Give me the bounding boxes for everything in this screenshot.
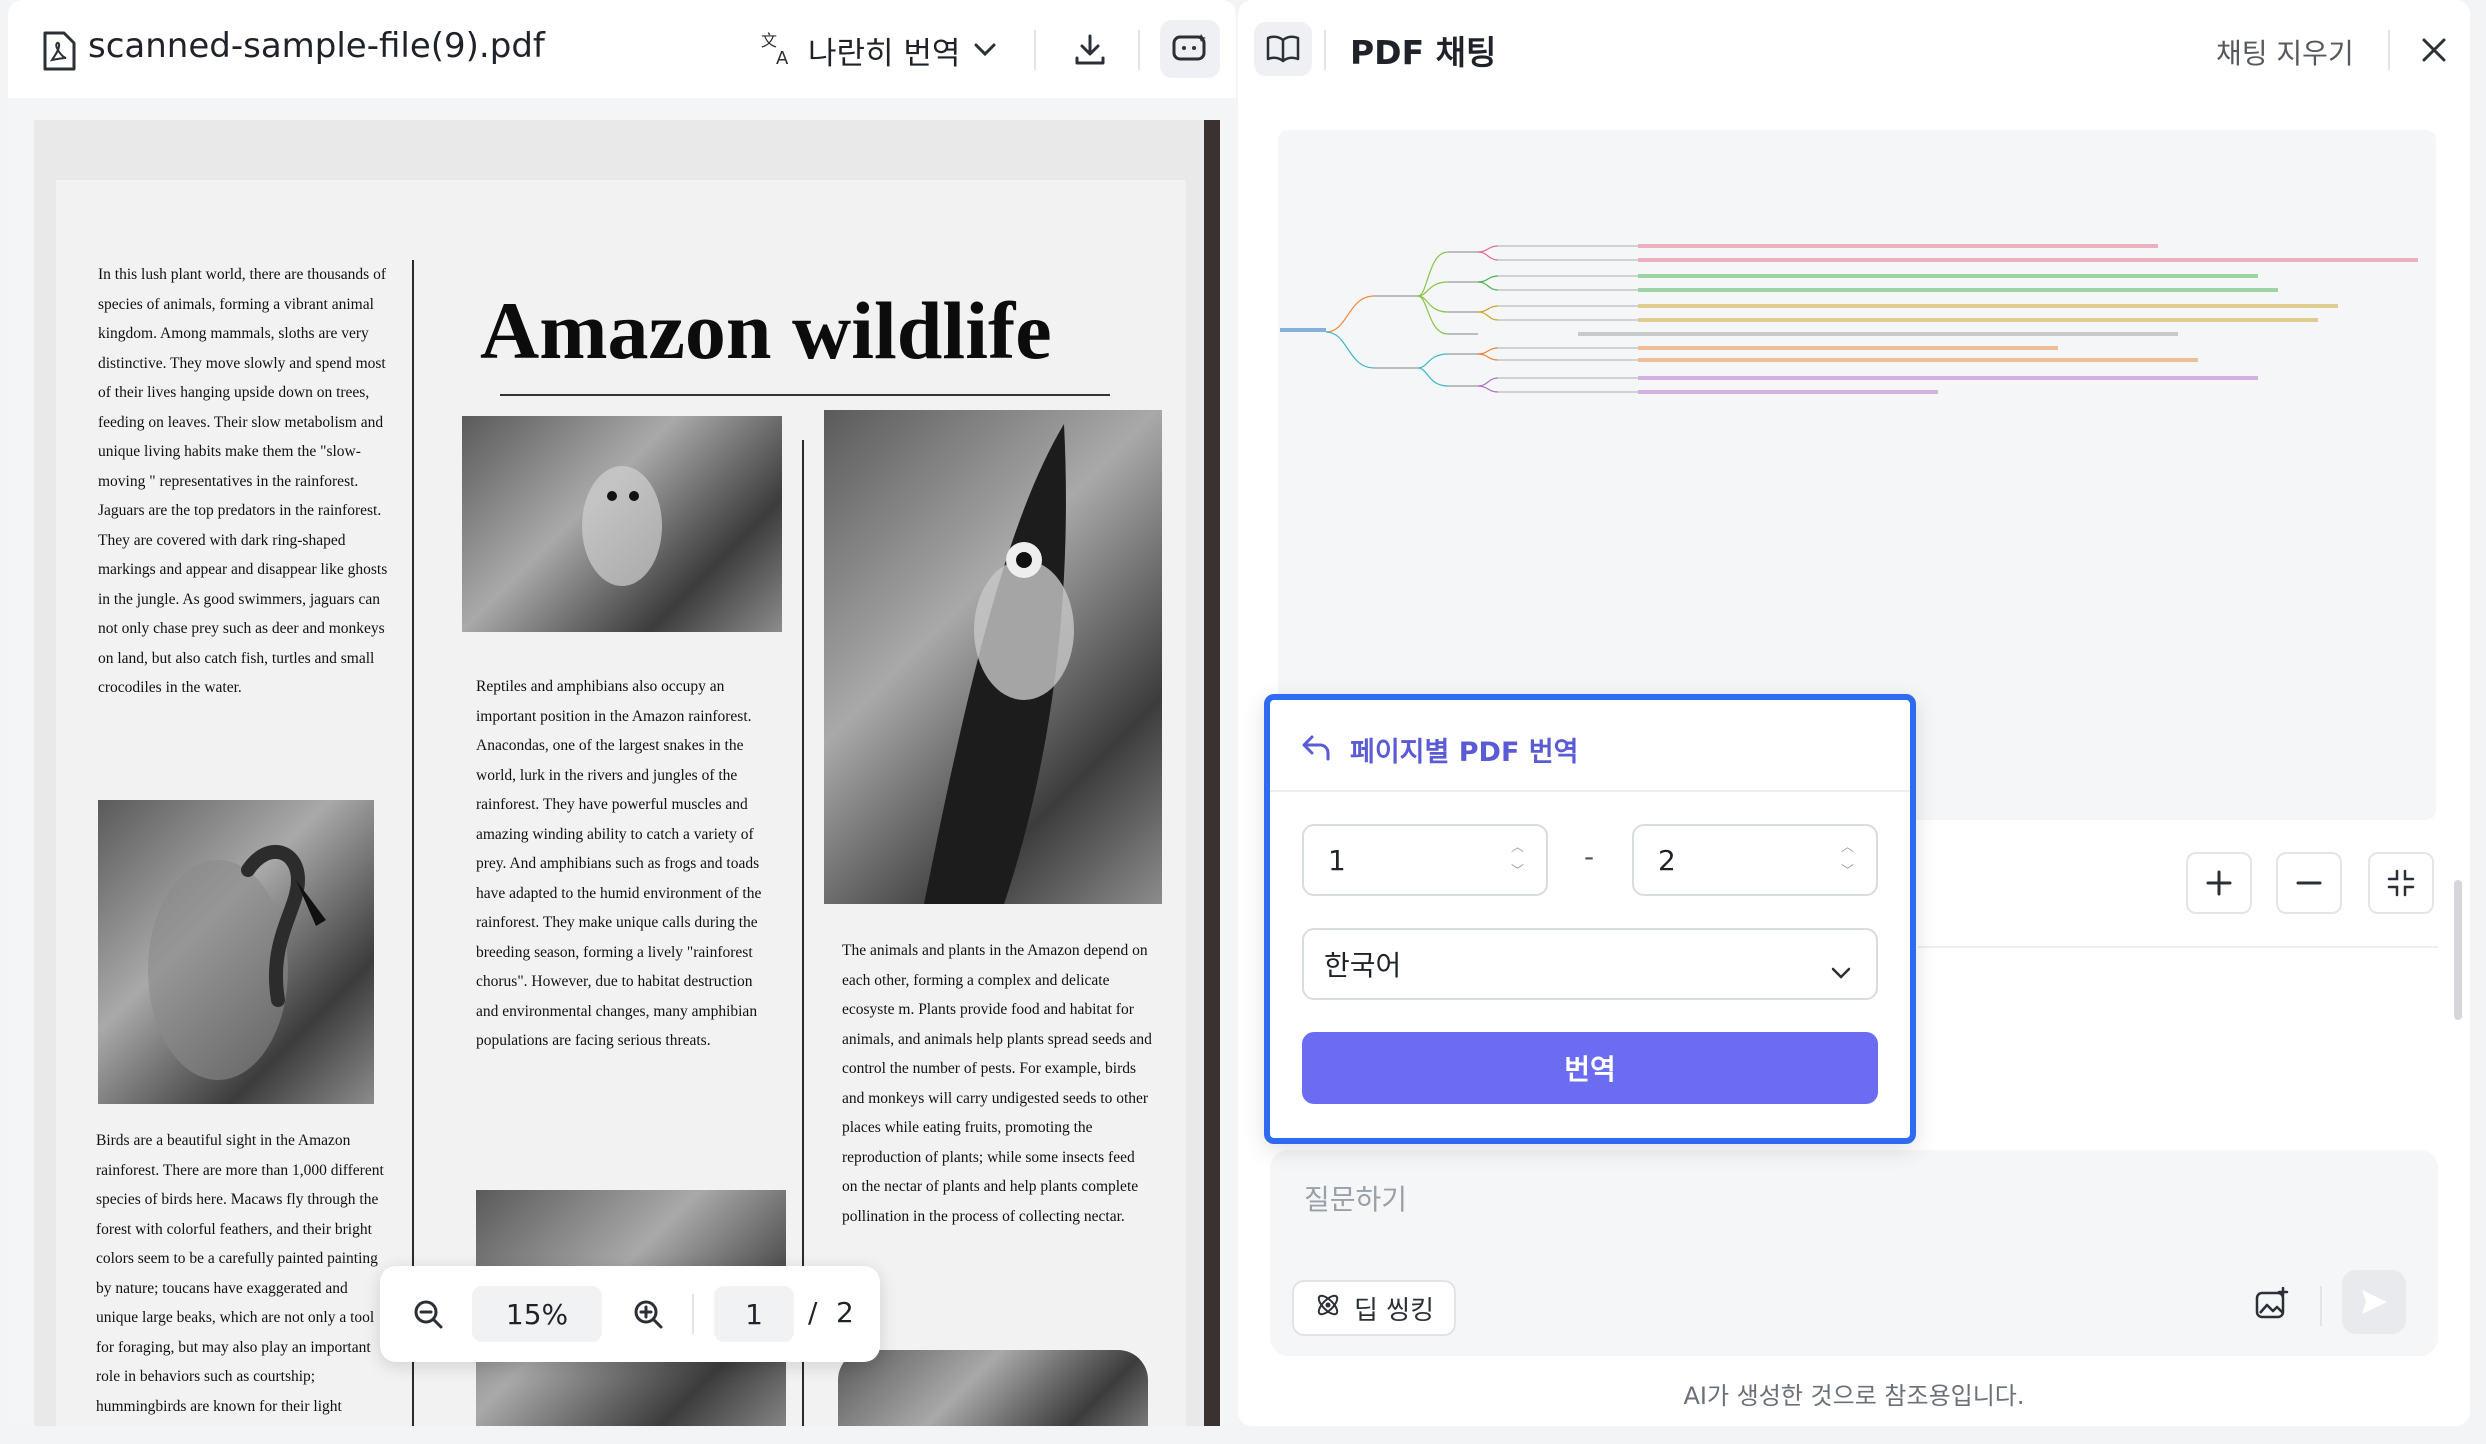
chevron-down-icon [1830,954,1852,987]
input-divider [2320,1286,2322,1326]
language-value: 한국어 [1324,949,1402,982]
translate-icon[interactable]: 文A [758,28,798,68]
popup-title: 페이지별 PDF 번역 [1350,737,1579,768]
zoom-in-icon[interactable] [630,1296,666,1332]
download-icon[interactable] [1068,28,1112,72]
ai-disclaimer: AI가 생성한 것으로 참조용입니다. [1683,1382,2025,1410]
to-page-value: 2 [1658,843,1676,877]
bottom-photo [838,1350,1148,1426]
ai-chat-icon[interactable] [1160,20,1220,78]
deep-thinking-button[interactable]: 딥 씽킹 [1292,1280,1457,1336]
popup-divider [1270,790,1910,792]
zoom-out-icon[interactable] [410,1296,446,1332]
add-image-icon[interactable] [2250,1282,2294,1326]
translate-mode-label[interactable]: 나란히 번역 [808,28,960,73]
chat-input-box[interactable]: 질문하기 딥 씽킹 [1270,1150,2438,1356]
svg-text:A: A [776,48,789,67]
viewer-header: scanned-sample-file(9).pdf 文A 나란히 번역 [8,0,1236,98]
owl-photo [462,416,782,632]
page-number-input[interactable]: 1 [714,1286,794,1342]
flamingo-photo [98,800,374,1104]
page-separator: / [808,1296,818,1329]
clear-chat-button[interactable]: 채팅 지우기 [2216,32,2354,72]
column-1-paragraph-2: Birds are a beautiful sight in the Amazo… [96,1132,384,1415]
chat-title: PDF 채팅 [1350,33,1497,72]
header-divider [1138,30,1140,70]
total-pages: 2 [836,1296,854,1329]
to-page-input[interactable]: 2 ︿ ﹀ [1632,824,1878,896]
zoom-toolbar: 15% 1 / 2 [380,1266,880,1362]
page-translate-popup: 페이지별 PDF 번역 1 ︿ ﹀ - 2 ︿ ﹀ 한국어 번역 [1264,694,1916,1144]
svg-text:文: 文 [761,31,777,50]
frog-photo [824,410,1162,904]
column-rule [412,260,414,1426]
header-divider [2388,30,2390,70]
zoom-level[interactable]: 15% [472,1286,602,1342]
column-3-paragraph-1: The animals and plants in the Amazon dep… [842,942,1152,1225]
send-icon [2362,1290,2387,1314]
chat-scrollbar[interactable] [2454,880,2462,1020]
atom-icon [1314,1291,1342,1326]
translate-button[interactable]: 번역 [1302,1032,1878,1104]
header-divider [1034,30,1036,70]
from-page-input[interactable]: 1 ︿ ﹀ [1302,824,1548,896]
zoom-divider [692,1294,694,1334]
mind-map-zoom-out-button[interactable] [2276,852,2342,914]
pdf-page: In this lush plant world, there are thou… [34,120,1220,1426]
to-page-stepper[interactable]: ︿ ﹀ [1841,836,1854,884]
close-icon[interactable] [2416,32,2452,68]
from-page-stepper[interactable]: ︿ ﹀ [1511,836,1524,884]
pdf-file-icon [40,30,78,72]
collapse-icon[interactable] [2368,852,2434,914]
document-title: Amazon wildlife [480,285,1052,376]
deep-thinking-label: 딥 씽킹 [1354,1295,1435,1326]
header-divider [1324,30,1326,70]
title-underline [500,394,1110,396]
from-page-value: 1 [1328,843,1346,877]
scanned-page-content: In this lush plant world, there are thou… [56,180,1186,1426]
mind-map-zoom-in-button[interactable] [2186,852,2252,914]
column-2-paragraph-1: Reptiles and amphibians also occupy an i… [476,678,762,1049]
back-arrow-icon[interactable] [1298,730,1334,766]
ask-input[interactable]: 질문하기 [1304,1178,1407,1218]
column-1-paragraph-1: In this lush plant world, there are thou… [98,266,388,696]
mind-map-divider [1918,946,2438,948]
language-select[interactable]: 한국어 [1302,928,1878,1000]
book-icon[interactable] [1254,22,1312,76]
range-separator: - [1584,840,1595,873]
chevron-down-icon[interactable] [970,34,1000,64]
scan-edge [1204,120,1220,1426]
pdf-viewer-pane: scanned-sample-file(9).pdf 文A 나란히 번역 In … [8,0,1236,1426]
send-button[interactable] [2342,1270,2406,1334]
file-name: scanned-sample-file(9).pdf [88,26,545,66]
